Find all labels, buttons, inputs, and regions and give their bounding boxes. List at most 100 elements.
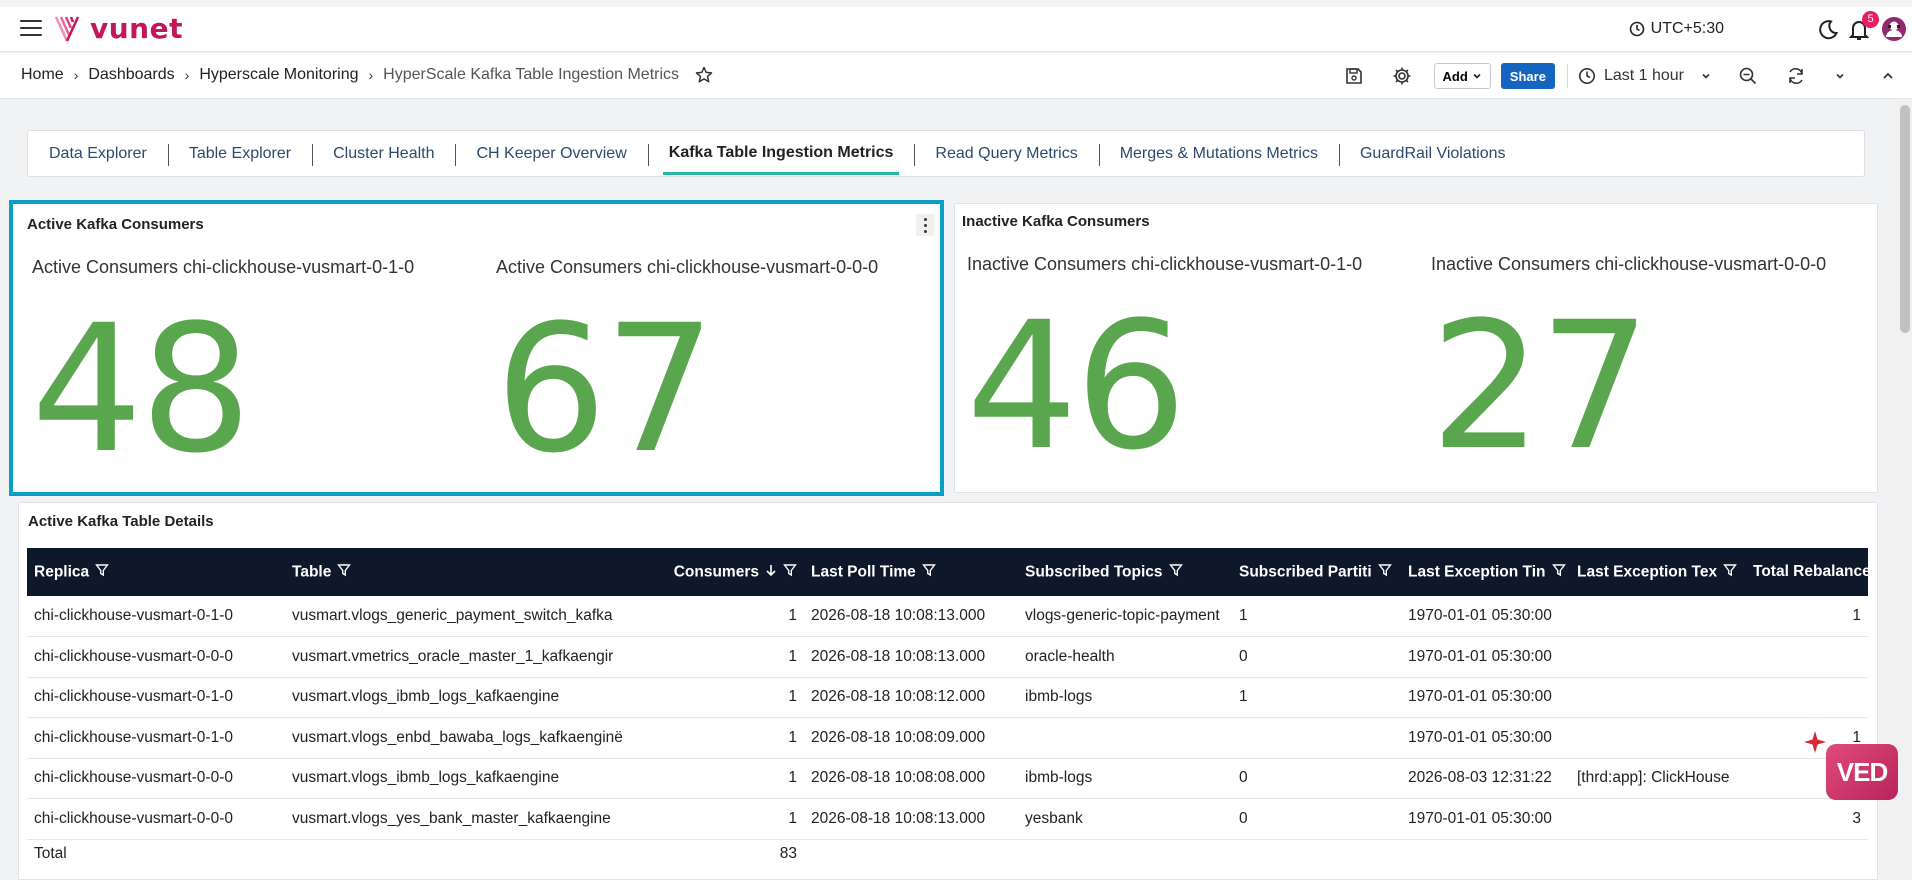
sparkle-icon[interactable]: [1803, 730, 1827, 759]
tab-kafka-table-ingestion-metrics[interactable]: Kafka Table Ingestion Metrics: [647, 130, 915, 177]
share-button[interactable]: Share: [1500, 63, 1555, 89]
cell-table: vusmart.vlogs_ibmb_logs_kafkaengine: [285, 758, 657, 799]
column-label: Consumers: [673, 563, 759, 581]
cell-subscribed-partitions: 0: [1232, 798, 1401, 840]
cell-last-exception-text: [1570, 798, 1746, 840]
total-label: Total: [27, 839, 285, 869]
cell-total-rebalance: [1746, 677, 1868, 718]
column-header-last-exception-time[interactable]: Last Exception Tin: [1401, 548, 1570, 596]
stat-value: 67: [495, 287, 716, 492]
active-consumers-panel[interactable]: Active Kafka Consumers Active Consumers …: [9, 200, 944, 496]
cell-last-exception-time: 2026-08-03 12:31:22: [1401, 758, 1570, 799]
column-header-replica[interactable]: Replica: [27, 548, 285, 596]
cell-last-poll-time: 2026-08-18 10:08:13.000: [804, 596, 1018, 637]
cell-replica: chi-clickhouse-vusmart-0-0-0: [27, 758, 285, 799]
breadcrumb-home[interactable]: Home: [21, 66, 64, 84]
cell-table: vusmart.vlogs_generic_payment_switch_kaf…: [285, 596, 657, 637]
tab-table-explorer[interactable]: Table Explorer: [167, 130, 312, 177]
cell-subscribed-partitions: 1: [1232, 677, 1401, 718]
refresh-icon[interactable]: [1782, 62, 1810, 90]
stat-value: 27: [1430, 284, 1651, 489]
total-empty: [1232, 839, 1401, 869]
cell-subscribed-partitions: [1232, 717, 1401, 759]
cell-subscribed-topics: vlogs-generic-topic-payment: [1018, 596, 1232, 637]
inactive-consumers-panel[interactable]: Inactive Kafka Consumers Inactive Consum…: [954, 203, 1878, 493]
column-header-last-poll-time[interactable]: Last Poll Time: [804, 548, 1018, 596]
cell-last-poll-time: 2026-08-18 10:08:08.000: [804, 758, 1018, 799]
cell-table: vusmart.vmetrics_oracle_master_1_kafkaen…: [285, 636, 657, 678]
cell-last-exception-time: 1970-01-01 05:30:00: [1401, 596, 1570, 637]
total-empty: [285, 839, 657, 869]
chevron-right-icon: ›: [73, 67, 79, 83]
stat-label: Active Consumers chi-clickhouse-vusmart-…: [32, 257, 415, 277]
stat-label: Active Consumers chi-clickhouse-vusmart-…: [496, 257, 879, 277]
cell-consumers: 1: [657, 758, 804, 799]
stat-label: Inactive Consumers chi-clickhouse-vusmar…: [967, 254, 1363, 274]
avatar-icon: [1882, 17, 1906, 41]
clock-icon: [1629, 21, 1644, 37]
ved-assistant-button[interactable]: VED: [1826, 744, 1898, 800]
breadcrumb-hyperscale-monitoring[interactable]: Hyperscale Monitoring: [199, 66, 358, 84]
column-label: Last Exception Tex: [1577, 563, 1718, 581]
column-header-last-exception-text[interactable]: Last Exception Tex: [1570, 548, 1746, 596]
table-row[interactable]: chi-clickhouse-vusmart-0-0-0 vusmart.vme…: [27, 636, 1868, 678]
cell-replica: chi-clickhouse-vusmart-0-0-0: [27, 798, 285, 840]
filter-icon[interactable]: [95, 563, 110, 582]
filter-icon[interactable]: [337, 563, 352, 582]
filter-icon[interactable]: [783, 563, 797, 582]
table-row[interactable]: chi-clickhouse-vusmart-0-1-0 vusmart.vlo…: [27, 677, 1868, 718]
moon-icon: [1819, 20, 1839, 40]
add-button-label: Add: [1442, 68, 1468, 84]
tab-ch-keeper-overview[interactable]: CH Keeper Overview: [455, 130, 647, 177]
column-header-total-rebalance[interactable]: Total Rebalance: [1746, 548, 1868, 596]
filter-icon[interactable]: [1723, 563, 1738, 582]
filter-icon[interactable]: [1551, 563, 1566, 582]
brand-logo[interactable]: vunet: [54, 12, 183, 45]
time-range-picker[interactable]: Last 1 hour: [1578, 67, 1712, 85]
cell-last-exception-time: 1970-01-01 05:30:00: [1401, 717, 1570, 759]
table-row[interactable]: chi-clickhouse-vusmart-0-1-0 vusmart.vlo…: [27, 717, 1868, 759]
column-header-table[interactable]: Table: [285, 548, 657, 596]
cell-last-poll-time: 2026-08-18 10:08:12.000: [804, 677, 1018, 718]
tab-data-explorer[interactable]: Data Explorer: [49, 130, 168, 177]
scrollbar-thumb[interactable]: [1900, 105, 1910, 333]
total-empty: [1746, 839, 1868, 869]
filter-icon[interactable]: [921, 563, 936, 582]
column-header-subscribed-topics[interactable]: Subscribed Topics: [1018, 548, 1232, 596]
column-header-consumers[interactable]: Consumers: [657, 548, 804, 596]
clock-icon: [1578, 68, 1595, 84]
cell-consumers: 1: [657, 596, 804, 637]
cell-total-rebalance: 3: [1746, 798, 1868, 840]
cell-subscribed-partitions: 1: [1232, 596, 1401, 637]
breadcrumb-dashboards[interactable]: Dashboards: [88, 66, 174, 84]
panel-menu-icon[interactable]: [916, 214, 934, 236]
cell-table: vusmart.vlogs_yes_bank_master_kafkaengin…: [285, 798, 657, 840]
zoom-out-icon[interactable]: [1734, 62, 1762, 90]
filter-icon[interactable]: [1377, 563, 1392, 582]
table-row[interactable]: chi-clickhouse-vusmart-0-0-0 vusmart.vlo…: [27, 758, 1868, 799]
tab-read-query-metrics[interactable]: Read Query Metrics: [914, 130, 1098, 177]
save-icon[interactable]: [1340, 62, 1368, 90]
timezone-display[interactable]: UTC+5:30: [1629, 20, 1724, 38]
settings-gear-icon[interactable]: [1388, 62, 1416, 90]
tab-merges-mutations-metrics[interactable]: Merges & Mutations Metrics: [1098, 130, 1339, 177]
tab-cluster-health[interactable]: Cluster Health: [312, 130, 455, 177]
refresh-interval-chevron-icon[interactable]: [1826, 62, 1854, 90]
sort-descending-icon[interactable]: [765, 563, 777, 582]
dark-mode-toggle[interactable]: [1817, 19, 1839, 46]
user-avatar[interactable]: [1881, 16, 1907, 47]
column-header-subscribed-partitions[interactable]: Subscribed Partiti: [1232, 548, 1401, 596]
panel-title: Active Kafka Consumers: [27, 216, 204, 233]
cell-total-rebalance: [1746, 636, 1868, 678]
notifications-button[interactable]: 5: [1848, 11, 1879, 46]
table-row[interactable]: chi-clickhouse-vusmart-0-0-0 vusmart.vlo…: [27, 798, 1868, 840]
filter-icon[interactable]: [1168, 563, 1183, 582]
favorite-star-icon[interactable]: [695, 66, 713, 84]
add-button[interactable]: Add: [1433, 63, 1491, 89]
chevron-right-icon: ›: [184, 67, 190, 83]
tab-guardrail-violations[interactable]: GuardRail Violations: [1338, 130, 1527, 177]
table-row[interactable]: chi-clickhouse-vusmart-0-1-0 vusmart.vlo…: [27, 596, 1868, 637]
breadcrumb-current: HyperScale Kafka Table Ingestion Metrics: [383, 66, 680, 83]
menu-icon[interactable]: [20, 20, 42, 36]
collapse-chevron-up-icon[interactable]: [1874, 62, 1902, 90]
